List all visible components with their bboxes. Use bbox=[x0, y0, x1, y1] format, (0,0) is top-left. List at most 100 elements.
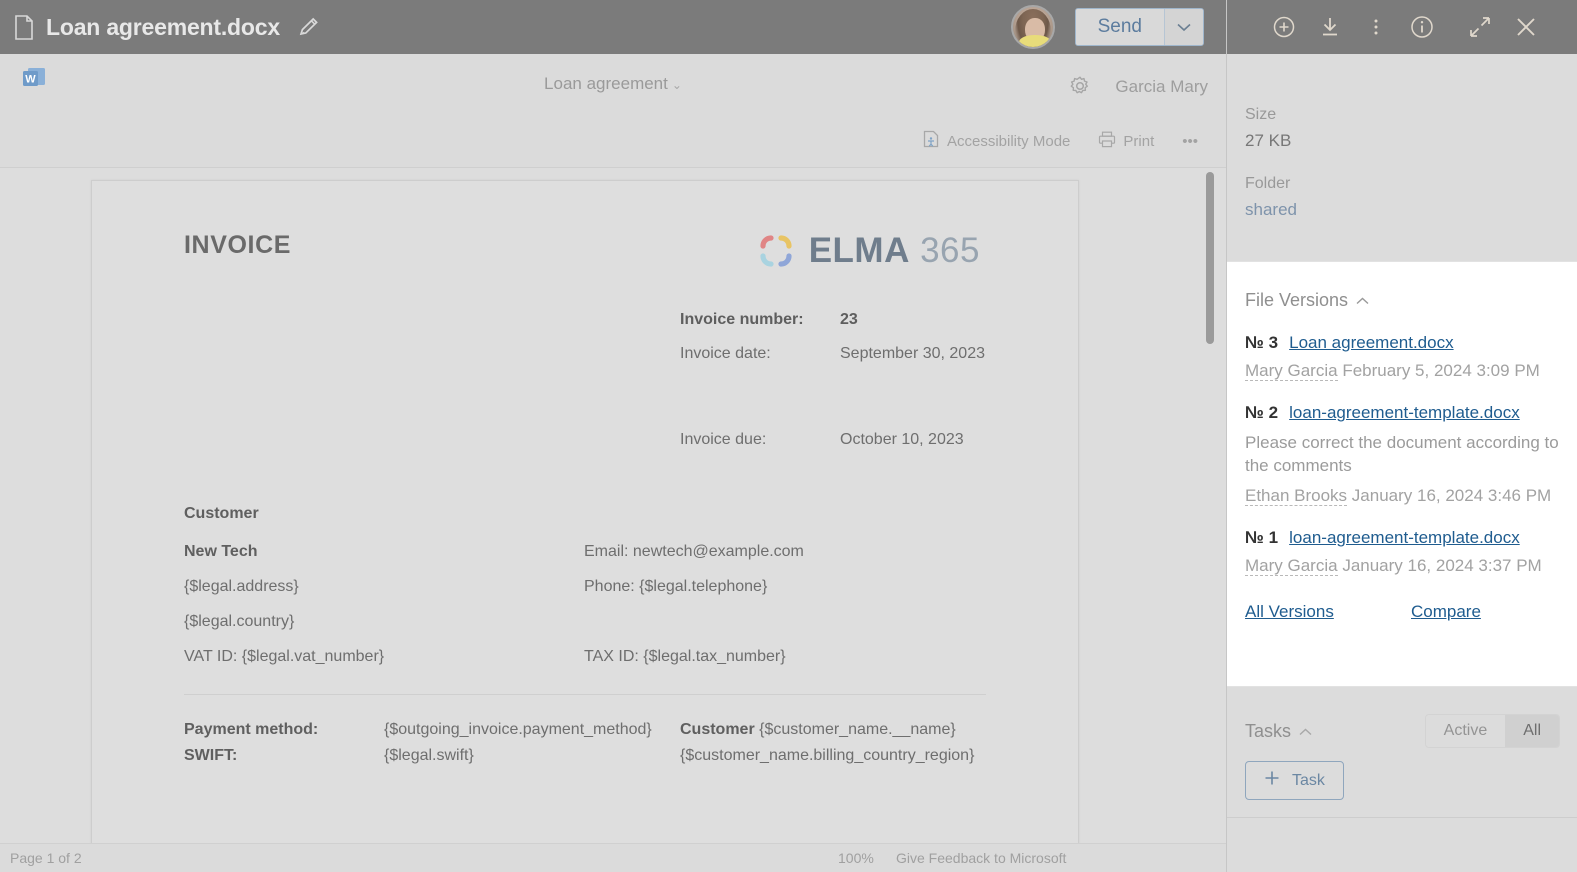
invoice-number-value: 23 bbox=[840, 311, 858, 328]
download-icon[interactable] bbox=[1307, 4, 1353, 50]
customer-empty-cell bbox=[584, 613, 986, 631]
document-viewer-area: Loan agreement.docx Send W Loan agreemen… bbox=[0, 0, 1226, 872]
payment-customer-region: {$customer_name.billing_country_region} bbox=[680, 747, 975, 764]
file-info-section: Size 27 KB Folder shared bbox=[1227, 54, 1577, 220]
version-timestamp: January 16, 2024 3:46 PM bbox=[1351, 485, 1552, 505]
elma-suffix: 365 bbox=[920, 231, 980, 270]
version-timestamp: February 5, 2024 3:09 PM bbox=[1342, 361, 1540, 380]
customer-phone: Phone: {$legal.telephone} bbox=[584, 578, 768, 595]
all-versions-link[interactable]: All Versions bbox=[1245, 602, 1411, 622]
version-number: № 3 bbox=[1245, 333, 1279, 352]
invoice-meta: Invoice number: 23 Invoice date: Septemb… bbox=[680, 311, 986, 449]
file-versions-section: File Versions № 3 Loan agreement.docx Ma… bbox=[1227, 261, 1577, 687]
add-task-button[interactable]: Task bbox=[1245, 761, 1344, 800]
invoice-date-row: Invoice date: September 30, 2023 bbox=[680, 345, 986, 363]
print-icon bbox=[1098, 131, 1116, 152]
version-row: № 2 loan-agreement-template.docx bbox=[1245, 403, 1560, 423]
payment-customer-value: {$customer_name.__name} bbox=[759, 721, 956, 738]
version-file-link[interactable]: Loan agreement.docx bbox=[1289, 333, 1453, 353]
avatar[interactable] bbox=[1010, 5, 1055, 49]
version-author[interactable]: Mary Garcia bbox=[1245, 361, 1338, 381]
tasks-filter-all[interactable]: All bbox=[1505, 715, 1559, 747]
panel-bottom-area bbox=[1227, 819, 1577, 872]
version-timestamp: January 16, 2024 3:37 PM bbox=[1342, 555, 1542, 575]
scrollbar-thumb[interactable] bbox=[1206, 172, 1214, 344]
more-horizontal-label: ••• bbox=[1182, 132, 1198, 150]
payment-customer-cell: Customer {$customer_name.__name} bbox=[680, 721, 986, 739]
elma-logo-mark bbox=[757, 232, 795, 270]
size-value: 27 KB bbox=[1245, 131, 1292, 150]
pencil-icon[interactable] bbox=[296, 14, 322, 40]
gear-icon[interactable] bbox=[1068, 74, 1094, 100]
app-root: Loan agreement.docx Send W Loan agreemen… bbox=[0, 0, 1577, 872]
chevron-down-icon: ⌄ bbox=[671, 78, 682, 92]
file-versions-links: All Versions Compare bbox=[1245, 602, 1560, 622]
version-meta: Mary Garcia February 5, 2024 3:09 PM bbox=[1245, 361, 1560, 381]
invoice-header: INVOICE ELMA 365 bbox=[184, 231, 986, 271]
version-file-link[interactable]: loan-agreement-template.docx bbox=[1289, 528, 1520, 548]
more-horizontal-icon[interactable]: ••• bbox=[1168, 129, 1212, 154]
add-icon[interactable] bbox=[1261, 4, 1307, 50]
customer-vat: VAT ID: {$legal.vat_number} bbox=[184, 648, 385, 665]
version-author[interactable]: Ethan Brooks bbox=[1245, 485, 1348, 506]
file-versions-title: File Versions bbox=[1245, 290, 1349, 310]
customer-title: Customer bbox=[184, 505, 259, 522]
document-name-dropdown[interactable]: Loan agreement ⌄ bbox=[0, 74, 1226, 94]
version-author[interactable]: Mary Garcia bbox=[1245, 555, 1338, 576]
version-file-link[interactable]: loan-agreement-template.docx bbox=[1289, 403, 1520, 423]
accessibility-mode-button[interactable]: Accessibility Mode bbox=[909, 126, 1084, 156]
print-button[interactable]: Print bbox=[1084, 127, 1168, 156]
more-vertical-icon[interactable] bbox=[1353, 4, 1399, 50]
invoice-due-row: Invoice due: October 10, 2023 bbox=[680, 431, 986, 449]
tasks-filter-active[interactable]: Active bbox=[1425, 715, 1506, 747]
document-icon bbox=[14, 15, 34, 40]
document-scrollbar[interactable] bbox=[1204, 169, 1214, 843]
tasks-title-group[interactable]: Tasks bbox=[1245, 721, 1312, 742]
expand-icon[interactable] bbox=[1457, 4, 1503, 50]
version-row: № 1 loan-agreement-template.docx bbox=[1245, 528, 1560, 548]
file-versions-header[interactable]: File Versions bbox=[1245, 290, 1560, 311]
customer-address: {$legal.address} bbox=[184, 578, 299, 595]
send-button-group: Send bbox=[1074, 8, 1204, 46]
tasks-title: Tasks bbox=[1245, 720, 1292, 741]
document-canvas: INVOICE ELMA 365 Invoice number: 23 Invo… bbox=[0, 169, 1226, 843]
version-row: № 3 Loan agreement.docx bbox=[1245, 333, 1560, 353]
office-user-name[interactable]: Garcia Mary bbox=[1115, 77, 1208, 97]
page-indicator: Page 1 of 2 bbox=[10, 850, 82, 866]
version-meta: Mary Garcia January 16, 2024 3:37 PM bbox=[1245, 555, 1560, 576]
folder-link[interactable]: shared bbox=[1245, 200, 1560, 220]
tasks-section: Tasks Active All Task bbox=[1227, 688, 1577, 818]
zoom-level[interactable]: 100% bbox=[838, 850, 874, 866]
document-page: INVOICE ELMA 365 Invoice number: 23 Invo… bbox=[91, 180, 1079, 843]
payment-grid: Payment method: {$outgoing_invoice.payme… bbox=[184, 721, 986, 765]
chevron-up-icon[interactable] bbox=[1299, 724, 1312, 739]
payment-method-label: Payment method: bbox=[184, 721, 319, 738]
info-icon[interactable] bbox=[1399, 4, 1445, 50]
swift-label: SWIFT: bbox=[184, 747, 238, 764]
compare-link[interactable]: Compare bbox=[1411, 602, 1481, 622]
add-task-label: Task bbox=[1292, 771, 1325, 789]
chevron-down-icon[interactable] bbox=[1165, 9, 1203, 45]
payment-method-value: {$outgoing_invoice.payment_method} bbox=[384, 721, 652, 738]
accessibility-icon bbox=[923, 130, 940, 152]
customer-grid: New Tech Email: newtech@example.com {$le… bbox=[184, 543, 986, 666]
swift-value: {$legal.swift} bbox=[384, 747, 474, 764]
version-number: № 2 bbox=[1245, 403, 1279, 422]
feedback-link[interactable]: Give Feedback to Microsoft bbox=[896, 850, 1066, 866]
invoice-number-row: Invoice number: 23 bbox=[680, 311, 986, 329]
size-label: Size bbox=[1245, 106, 1277, 123]
tasks-header: Tasks Active All bbox=[1245, 714, 1560, 748]
send-button[interactable]: Send bbox=[1075, 9, 1165, 45]
invoice-meta-spacer bbox=[680, 379, 986, 431]
folder-label: Folder bbox=[1245, 175, 1291, 192]
ribbon-actions: Accessibility Mode Print ••• bbox=[909, 126, 1212, 156]
payment-block: Payment method: {$outgoing_invoice.payme… bbox=[184, 721, 986, 765]
chevron-up-icon[interactable] bbox=[1356, 293, 1369, 308]
close-icon[interactable] bbox=[1503, 4, 1549, 50]
page-title: Loan agreement.docx bbox=[46, 13, 280, 40]
payment-separator bbox=[184, 694, 986, 695]
elma-brand: ELMA bbox=[808, 231, 910, 270]
plus-icon bbox=[1264, 770, 1280, 791]
invoice-date-label: Invoice date: bbox=[680, 345, 771, 362]
status-bar: Page 1 of 2 100% Give Feedback to Micros… bbox=[0, 843, 1226, 872]
